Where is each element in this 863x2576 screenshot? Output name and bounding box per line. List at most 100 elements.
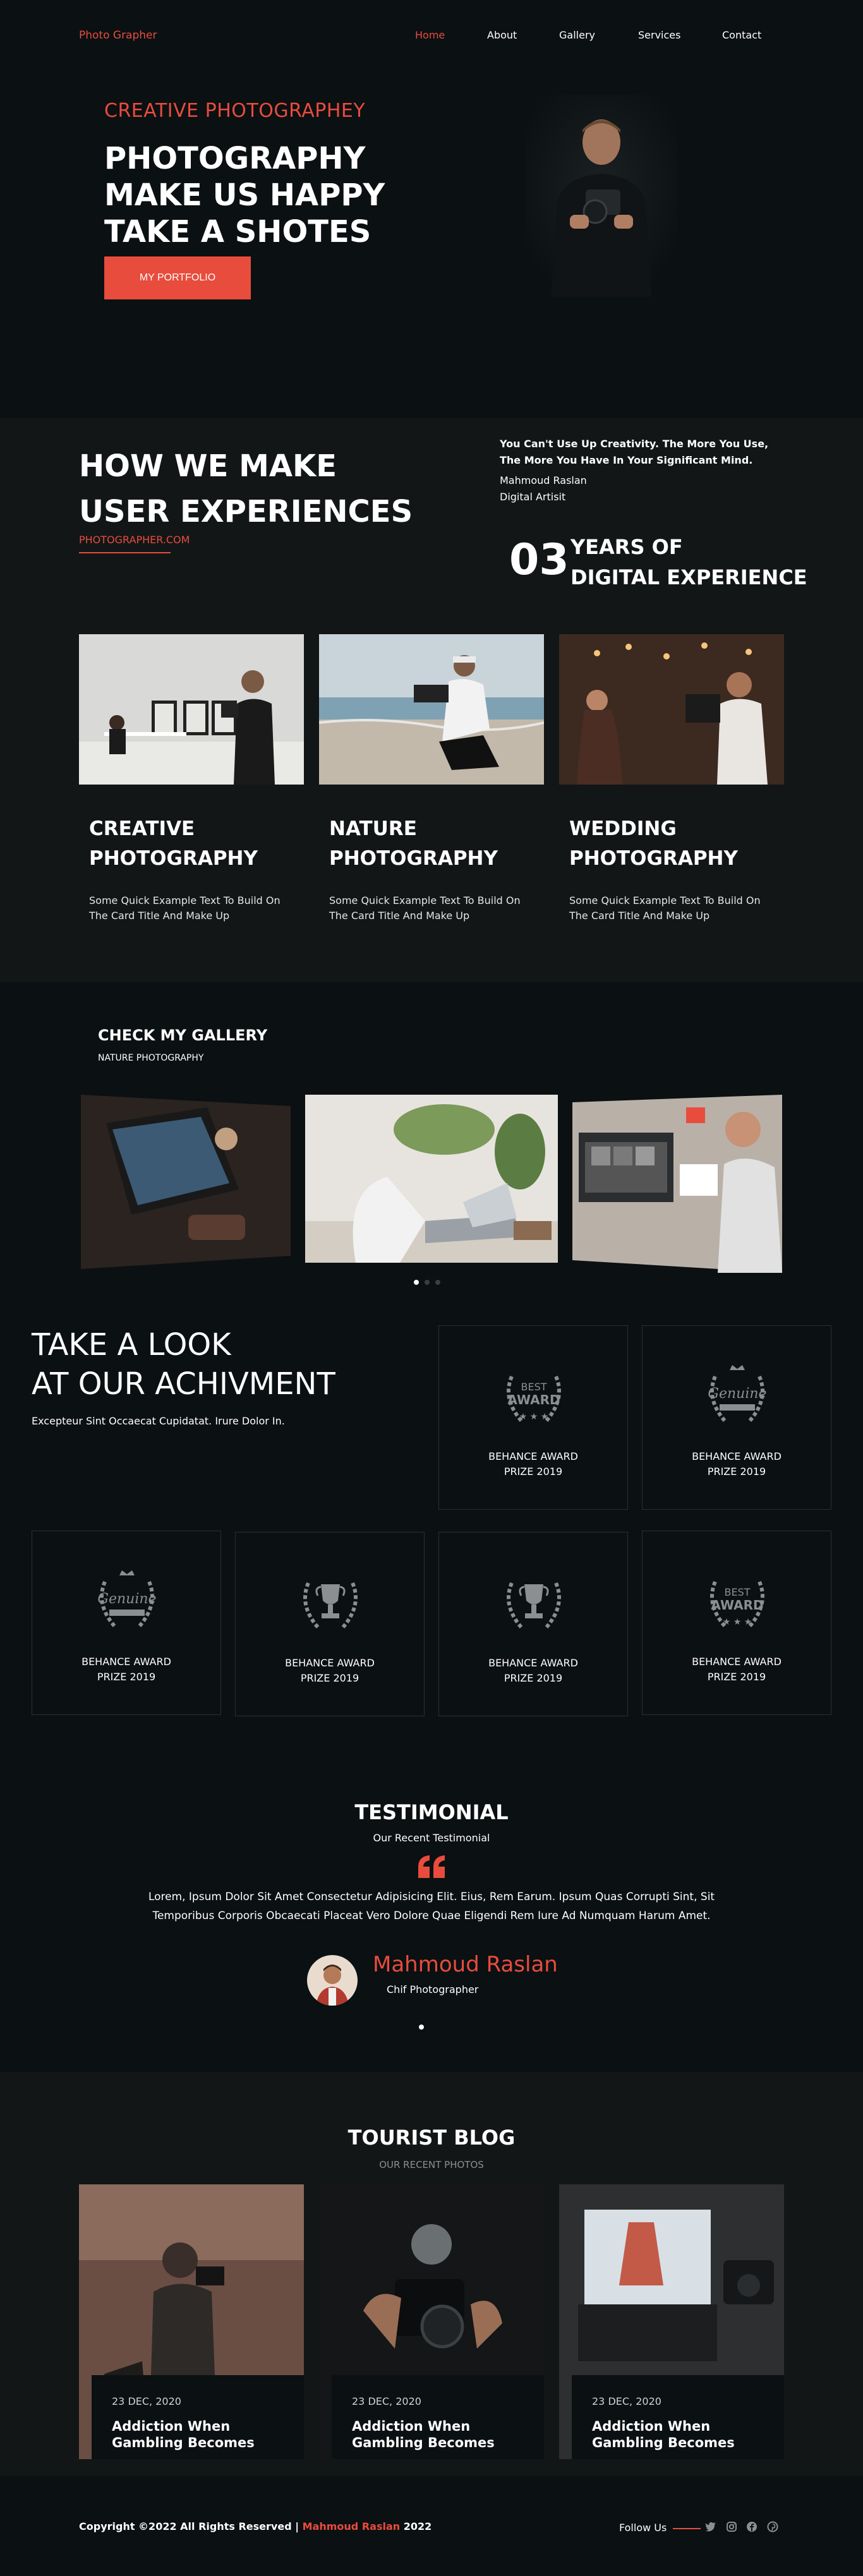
top-nav: Photo Grapher Home About Gallery Service…	[0, 0, 863, 69]
testimonial-name: Mahmoud Raslan	[373, 1952, 558, 1977]
hero-kicker: CREATIVE PHOTOGRAPHEY	[104, 100, 366, 122]
service-card-wedding[interactable]: WEDDING PHOTOGRAPHY Some Quick Example T…	[559, 634, 784, 925]
twitter-icon[interactable]	[704, 2520, 717, 2533]
service-card-nature[interactable]: NATURE PHOTOGRAPHY Some Quick Example Te…	[318, 634, 545, 925]
years-number: 03	[509, 535, 569, 585]
blog-card[interactable]: 23 DEC, 2020 Addiction When Gambling Bec…	[559, 2184, 784, 2459]
gallery-slide-editing[interactable]	[572, 1095, 782, 1273]
nav-link-gallery[interactable]: Gallery	[559, 29, 595, 41]
trophy-badge-icon	[303, 1582, 358, 1628]
award-card: Genuine BEHANCE AWARD PRIZE 2019	[642, 1325, 831, 1510]
award-card: BEST AWARD ★ ★ ★ BEHANCE AWARD PRIZE 201…	[642, 1531, 831, 1715]
gallery-dot-active[interactable]	[414, 1280, 419, 1285]
quote-icon	[418, 1855, 445, 1878]
card-title-line-1: NATURE	[329, 817, 417, 840]
blog-subtitle: OUR RECENT PHOTOS	[379, 2159, 484, 2170]
instagram-icon[interactable]	[725, 2520, 738, 2533]
gallery-slide-laptop[interactable]	[81, 1095, 291, 1269]
card-text: Some Quick Example Text To Build On The …	[569, 894, 761, 922]
award-label: BEHANCE AWARD PRIZE 2019	[236, 1656, 424, 1686]
award-label-line-2: PRIZE 2019	[504, 1672, 563, 1684]
portfolio-button[interactable]: MY PORTFOLIO	[104, 256, 251, 299]
blog-headline[interactable]: Addiction When Gambling Becomes	[352, 2418, 541, 2451]
svg-text:AWARD: AWARD	[711, 1598, 763, 1613]
card-title-line-2: PHOTOGRAPHY	[89, 847, 258, 870]
card-title: NATURE PHOTOGRAPHY	[329, 814, 498, 874]
achievement-title-line-1: TAKE A LOOK	[32, 1327, 231, 1363]
nav-link-home[interactable]: Home	[415, 29, 445, 41]
best-award-badge-icon: BEST AWARD ★ ★ ★	[507, 1375, 561, 1422]
achievement-title-line-2: AT OUR ACHIVMENT	[32, 1366, 335, 1402]
copyright: Copyright ©2022 All Rights Reserved | Ma…	[79, 2520, 431, 2532]
blog-meta-box: 23 DEC, 2020 Addiction When Gambling Bec…	[572, 2375, 784, 2459]
gallery-subtitle: NATURE PHOTOGRAPHY	[98, 1053, 204, 1063]
trophy-badge-icon	[507, 1582, 561, 1628]
achievement-title: TAKE A LOOK AT OUR ACHIVMENT	[32, 1325, 335, 1404]
award-label-line-2: PRIZE 2019	[707, 1671, 766, 1683]
blog-date: 23 DEC, 2020	[592, 2395, 661, 2407]
svg-text:★ ★ ★: ★ ★ ★	[723, 1617, 752, 1627]
experience-section: HOW WE MAKE USER EXPERIENCES PHOTOGRAPHE…	[0, 418, 863, 982]
svg-text:BEST: BEST	[521, 1381, 546, 1393]
award-card: BEHANCE AWARD PRIZE 2019	[235, 1532, 425, 1716]
svg-text:AWARD: AWARD	[507, 1392, 560, 1407]
follow-label: Follow Us	[619, 2522, 667, 2534]
footer: Copyright ©2022 All Rights Reserved | Ma…	[0, 2476, 863, 2576]
blog-headline[interactable]: Addiction When Gambling Becomes	[112, 2418, 301, 2451]
award-label-line-2: PRIZE 2019	[300, 1672, 359, 1684]
author-role: Digital Artisit	[500, 491, 566, 503]
card-title-line-2: PHOTOGRAPHY	[569, 847, 738, 870]
award-card: BEHANCE AWARD PRIZE 2019	[438, 1532, 628, 1716]
copyright-prefix: Copyright ©2022 All Rights Reserved |	[79, 2520, 299, 2532]
award-label: BEHANCE AWARD PRIZE 2019	[32, 1654, 220, 1685]
pinterest-icon[interactable]	[766, 2520, 779, 2533]
blog-meta-box: 23 DEC, 2020 Addiction When Gambling Bec…	[332, 2375, 544, 2459]
testimonial-text-line-1: Lorem, Ipsum Dolor Sit Amet Consectetur …	[148, 1891, 715, 1903]
blog-title: TOURIST BLOG	[347, 2126, 516, 2150]
blog-headline[interactable]: Addiction When Gambling Becomes	[592, 2418, 782, 2451]
card-text: Some Quick Example Text To Build On The …	[89, 894, 281, 922]
card-title-line-1: CREATIVE	[89, 817, 195, 840]
blog-card[interactable]: 23 DEC, 2020 Addiction When Gambling Bec…	[79, 2184, 304, 2459]
hero-photographer-image	[526, 95, 677, 297]
photographer-link[interactable]: PHOTOGRAPHER.COM	[79, 534, 190, 546]
nav-link-services[interactable]: Services	[638, 29, 680, 41]
copyright-name[interactable]: Mahmoud Raslan	[303, 2520, 401, 2532]
gallery-dot[interactable]	[435, 1280, 440, 1285]
award-label-line-2: PRIZE 2019	[504, 1466, 563, 1478]
testimonial-dot-active[interactable]	[419, 2025, 424, 2030]
testimonial-title: TESTIMONIAL	[354, 1800, 509, 1824]
gallery-section: CHECK MY GALLERY NATURE PHOTOGRAPHY	[0, 982, 863, 1298]
nav-link-contact[interactable]: Contact	[722, 29, 761, 41]
testimonial-text-line-2: Temporibus Corporis Obcaecati Placeat Ve…	[152, 1910, 711, 1922]
achievement-subtitle: Excepteur Sint Occaecat Cupidatat. Irure…	[32, 1415, 285, 1427]
blog-date: 23 DEC, 2020	[352, 2395, 421, 2407]
blog-meta-box: 23 DEC, 2020 Addiction When Gambling Bec…	[92, 2375, 304, 2459]
svg-text:Genuine: Genuine	[708, 1386, 766, 1402]
facebook-icon[interactable]	[745, 2520, 758, 2533]
award-label-line-1: BEHANCE AWARD	[488, 1450, 578, 1462]
nav-link-about[interactable]: About	[487, 29, 517, 41]
gallery-slide-desk[interactable]	[305, 1095, 558, 1263]
award-label-line-1: BEHANCE AWARD	[488, 1657, 578, 1669]
blog-section: TOURIST BLOG OUR RECENT PHOTOS 23 DEC, 2…	[0, 2072, 863, 2476]
award-label-line-2: PRIZE 2019	[707, 1466, 766, 1478]
wedding-photo-image	[559, 634, 784, 785]
gallery-dot[interactable]	[425, 1280, 430, 1285]
years-line-2: DIGITAL EXPERIENCE	[570, 565, 807, 589]
experience-quote: You Can't Use Up Creativity. The More Yo…	[500, 438, 769, 466]
testimonial-role: Chif Photographer	[387, 1983, 479, 1995]
author-name: Mahmoud Raslan	[500, 474, 587, 486]
award-label: BEHANCE AWARD PRIZE 2019	[643, 1449, 831, 1479]
card-title-line-2: PHOTOGRAPHY	[329, 847, 498, 870]
service-card-creative[interactable]: CREATIVE PHOTOGRAPHY Some Quick Example …	[79, 634, 304, 925]
site-logo[interactable]: Photo Grapher	[79, 29, 157, 42]
testimonial-section: TESTIMONIAL Our Recent Testimonial Lorem…	[0, 1740, 863, 2072]
card-text: Some Quick Example Text To Build On The …	[329, 894, 521, 922]
blog-card[interactable]: 23 DEC, 2020 Addiction When Gambling Bec…	[319, 2184, 544, 2459]
years-line-1: YEARS OF	[570, 535, 683, 559]
experience-title: HOW WE MAKE USER EXPERIENCES	[79, 448, 413, 529]
genuine-badge-icon: Genuine	[97, 1570, 157, 1627]
award-label-line-1: BEHANCE AWARD	[285, 1657, 375, 1669]
hero-title: PHOTOGRAPHY MAKE US HAPPY TAKE A SHOTES	[104, 141, 385, 250]
